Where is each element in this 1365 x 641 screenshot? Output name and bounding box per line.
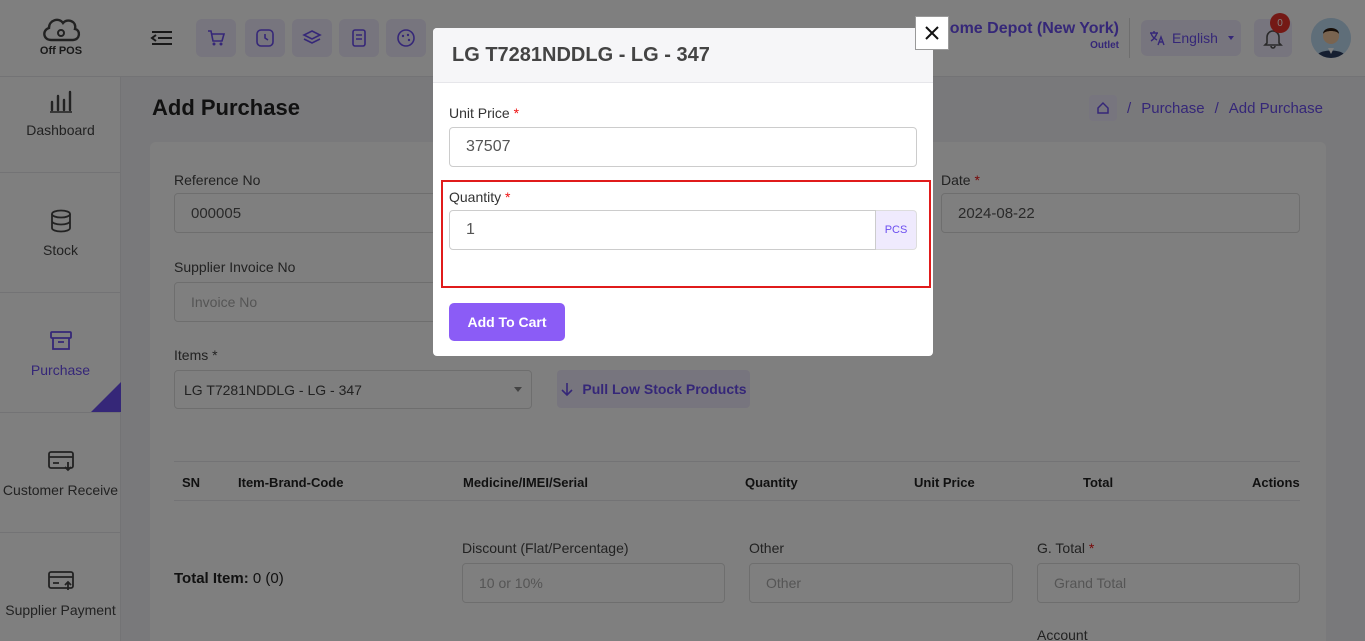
quantity-input[interactable]: 1 <box>449 210 876 250</box>
required-marker: * <box>505 189 511 205</box>
modal-close-button[interactable] <box>915 16 949 50</box>
close-icon <box>925 26 939 40</box>
required-marker: * <box>513 105 520 121</box>
unit-price-label: Unit Price * <box>449 105 519 121</box>
quantity-label: Quantity * <box>449 189 510 205</box>
unit-price-label-text: Unit Price <box>449 105 510 121</box>
quantity-label-text: Quantity <box>449 189 502 205</box>
add-to-cart-button[interactable]: Add To Cart <box>449 303 565 341</box>
modal-title: LG T7281NDDLG - LG - 347 <box>433 28 933 83</box>
unit-addon: PCS <box>876 210 917 250</box>
unit-price-input[interactable]: 37507 <box>449 127 917 167</box>
